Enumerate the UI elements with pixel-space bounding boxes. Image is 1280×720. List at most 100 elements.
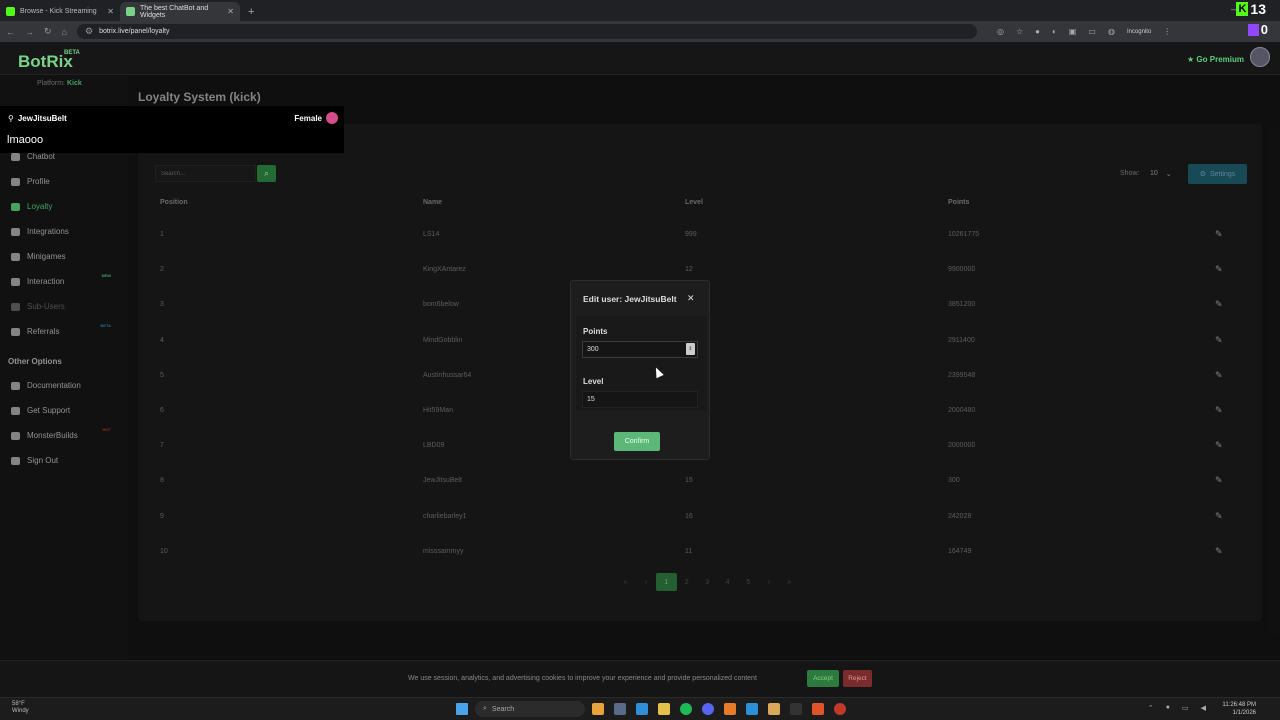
edit-icon[interactable]: ✎: [1215, 546, 1223, 557]
column-header-position[interactable]: Position: [160, 199, 188, 206]
edit-icon[interactable]: ✎: [1215, 335, 1223, 346]
go-premium-link[interactable]: ★ Go Premium: [1187, 55, 1244, 64]
browser-tab-botrix[interactable]: The best ChatBot and Widgets ✕: [120, 2, 240, 21]
volume-icon[interactable]: ◀: [1201, 704, 1206, 712]
windows-start-icon[interactable]: [456, 703, 468, 715]
edit-icon[interactable]: ✎: [1215, 475, 1223, 486]
avatar[interactable]: [1250, 47, 1270, 67]
back-icon[interactable]: ←: [6, 27, 15, 37]
forward-icon[interactable]: →: [25, 27, 34, 37]
laptop-icon: [11, 431, 20, 440]
cell-level: 15: [685, 477, 693, 485]
sidebar-item-referrals[interactable]: Referrals BETA: [11, 323, 121, 336]
reload-icon[interactable]: ↻: [44, 26, 52, 37]
pagination: « ‹ 1 2 3 4 5 › »: [615, 573, 800, 591]
points-field[interactable]: [582, 341, 698, 358]
monitor-icon[interactable]: ▭: [1182, 704, 1189, 712]
edit-icon[interactable]: ✎: [1215, 370, 1223, 381]
page-button-1[interactable]: 1: [656, 573, 677, 591]
microphone-icon[interactable]: ●: [1166, 704, 1170, 712]
extensions-puzzle-icon[interactable]: ▣: [1069, 27, 1077, 36]
sidebar-item-integrations[interactable]: Integrations: [11, 227, 121, 236]
hot-badge: HOT: [102, 427, 111, 432]
confirm-button[interactable]: Confirm: [614, 432, 660, 451]
page-title: Loyalty System (kick): [138, 90, 261, 104]
column-header-name[interactable]: Name: [423, 199, 442, 206]
sidebar-item-get-support[interactable]: Get Support: [11, 406, 121, 415]
last-page-button[interactable]: »: [779, 573, 800, 591]
sidebar-icon[interactable]: ▭: [1088, 27, 1096, 36]
chevron-down-icon: ⌄: [1165, 170, 1172, 178]
sidebar: Platform: Kick: [0, 75, 128, 660]
sidebar-item-chatbot[interactable]: Chatbot: [11, 152, 121, 161]
sidebar-item-loyalty[interactable]: Loyalty: [11, 202, 121, 211]
browser-tab-kick[interactable]: Browse - Kick Streaming ✕: [0, 2, 120, 21]
sidebar-item-interaction[interactable]: Interaction NEW: [11, 273, 121, 286]
app-icon[interactable]: [746, 703, 758, 715]
column-header-points[interactable]: Points: [948, 199, 969, 206]
incognito-label: Incognito: [1126, 28, 1152, 35]
number-stepper-icon[interactable]: ⇕: [686, 343, 695, 355]
weather-widget[interactable]: 58°F Windy: [12, 701, 29, 715]
menu-icon[interactable]: ⋮: [1163, 27, 1171, 36]
close-icon[interactable]: ✕: [687, 293, 695, 304]
sidebar-item-sign-out[interactable]: Sign Out: [11, 456, 121, 465]
close-icon[interactable]: ✕: [227, 7, 234, 16]
sidebar-item-minigames[interactable]: Minigames: [11, 252, 121, 261]
brave-icon[interactable]: [812, 703, 824, 715]
page-button-3[interactable]: 3: [697, 573, 718, 591]
url-field[interactable]: ⚙ botrix.live/panel/loyalty: [76, 24, 977, 39]
sidebar-item-profile[interactable]: Profile: [11, 177, 121, 186]
app-icon[interactable]: [768, 703, 780, 715]
next-page-button[interactable]: ›: [759, 573, 780, 591]
edit-icon[interactable]: ✎: [1215, 264, 1223, 275]
edit-icon[interactable]: ✎: [1215, 405, 1223, 416]
settings-button[interactable]: ⚙ Settings: [1188, 164, 1247, 184]
taskbar-clock[interactable]: 11:26:48 PM 1/1/2026: [1222, 701, 1256, 717]
app-icon[interactable]: [724, 703, 736, 715]
edit-icon[interactable]: ✎: [1215, 511, 1223, 522]
terminal-icon[interactable]: [790, 703, 802, 715]
search-input[interactable]: [155, 165, 256, 182]
edge-icon[interactable]: [636, 703, 648, 715]
edit-icon[interactable]: ✎: [1215, 299, 1223, 310]
chrome-icon[interactable]: [592, 703, 604, 715]
search-button[interactable]: ⌕: [257, 165, 276, 182]
sidebar-item-label: Documentation: [27, 381, 81, 390]
page-size-select[interactable]: 10 ⌄: [1146, 165, 1180, 182]
task-view-icon[interactable]: [614, 703, 626, 715]
sidebar-item-label: Interaction: [27, 277, 65, 286]
column-header-level[interactable]: Level: [685, 199, 703, 206]
app-icon[interactable]: [834, 703, 846, 715]
reject-cookies-button[interactable]: Reject: [843, 670, 872, 687]
close-icon[interactable]: ✕: [107, 7, 114, 16]
eye-off-icon[interactable]: ◎: [997, 27, 1004, 36]
site-info-icon[interactable]: ⚙: [85, 26, 93, 37]
chevron-up-icon[interactable]: ⌃: [1148, 704, 1154, 712]
sidebar-item-monsterbuilds[interactable]: MonsterBuilds HOT: [11, 427, 121, 440]
discord-icon[interactable]: [702, 703, 714, 715]
first-page-button[interactable]: «: [615, 573, 636, 591]
prev-page-button[interactable]: ‹: [636, 573, 657, 591]
page-button-5[interactable]: 5: [738, 573, 759, 591]
page-button-4[interactable]: 4: [718, 573, 739, 591]
page-button-2[interactable]: 2: [677, 573, 698, 591]
taskbar-search[interactable]: ⌕ Search: [475, 701, 585, 717]
sidebar-item-documentation[interactable]: Documentation: [11, 381, 121, 390]
star-icon[interactable]: ☆: [1016, 27, 1023, 36]
new-tab-icon[interactable]: +: [248, 6, 254, 18]
file-explorer-icon[interactable]: [658, 703, 670, 715]
gem-icon: [11, 202, 20, 211]
spotify-icon[interactable]: [680, 703, 692, 715]
sidebar-item-label: MonsterBuilds: [27, 431, 78, 440]
home-icon[interactable]: ⌂: [62, 27, 67, 37]
accept-cookies-button[interactable]: Accept: [807, 670, 839, 687]
level-field[interactable]: [582, 391, 698, 408]
sidebar-item-sub-users[interactable]: Sub-Users: [11, 302, 121, 311]
kick-favicon-icon: [6, 7, 15, 16]
extension-icon[interactable]: ●: [1035, 27, 1040, 36]
edit-icon[interactable]: ✎: [1215, 440, 1223, 451]
extension-icon[interactable]: ◐: [1052, 27, 1057, 36]
edit-icon[interactable]: ✎: [1215, 229, 1223, 240]
platform-indicator: Platform: Kick: [37, 80, 82, 87]
